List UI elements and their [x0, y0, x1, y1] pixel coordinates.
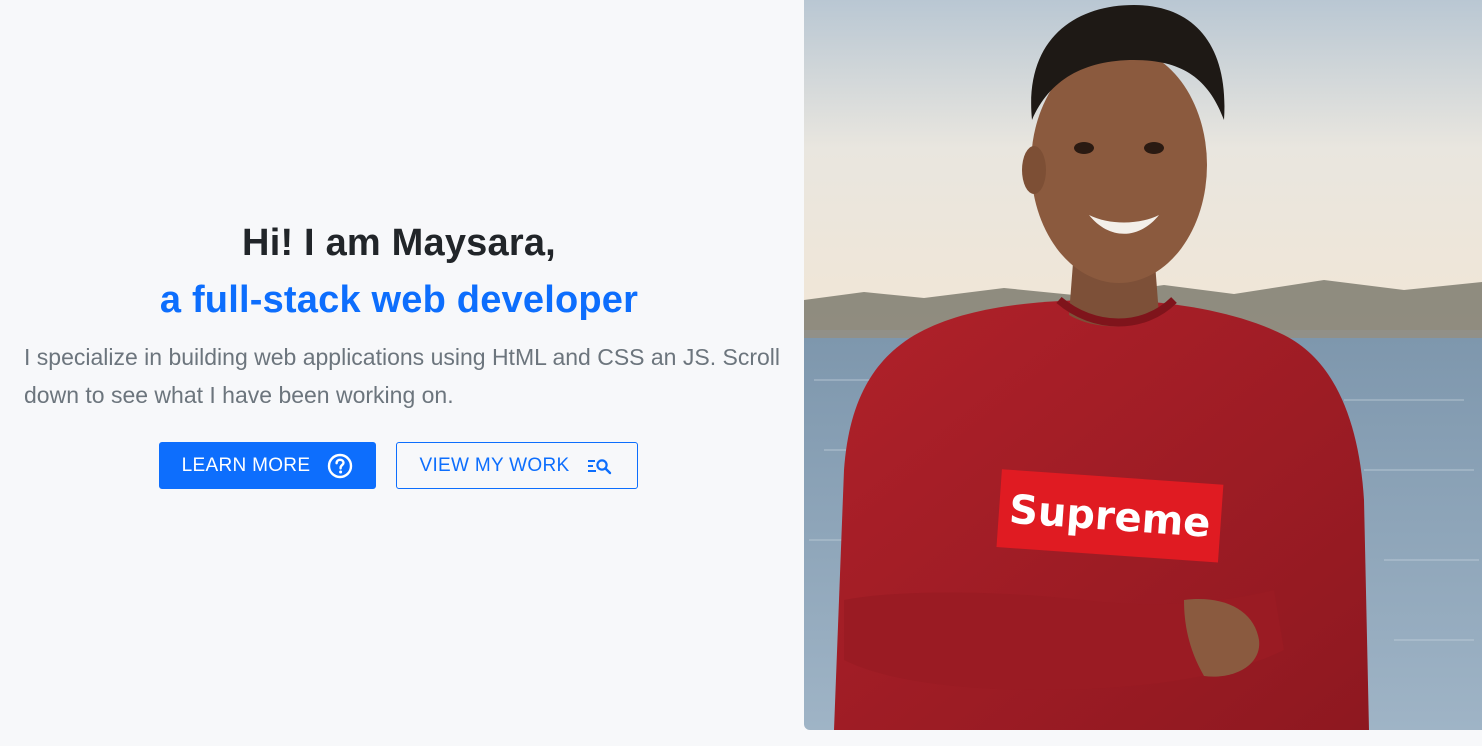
profile-photo-illustration: Supreme	[804, 0, 1482, 730]
hero-role: a full-stack web developer	[159, 279, 639, 321]
view-my-work-label: VIEW MY WORK	[419, 454, 570, 476]
learn-more-button[interactable]: LEARN MORE	[159, 442, 376, 489]
hero-greeting: Hi! I am Maysara,	[242, 222, 556, 264]
question-circle-icon	[327, 453, 353, 479]
list-search-icon	[586, 456, 614, 476]
hero-section: Hi! I am Maysara, a full-stack web devel…	[0, 0, 1482, 746]
hero-description: I specialize in building web application…	[24, 344, 780, 408]
learn-more-label: LEARN MORE	[181, 454, 311, 476]
hero-intro: Hi! I am Maysara, a full-stack web devel…	[0, 0, 804, 746]
profile-photo: Supreme	[804, 0, 1482, 730]
view-my-work-button[interactable]: VIEW MY WORK	[396, 442, 638, 489]
